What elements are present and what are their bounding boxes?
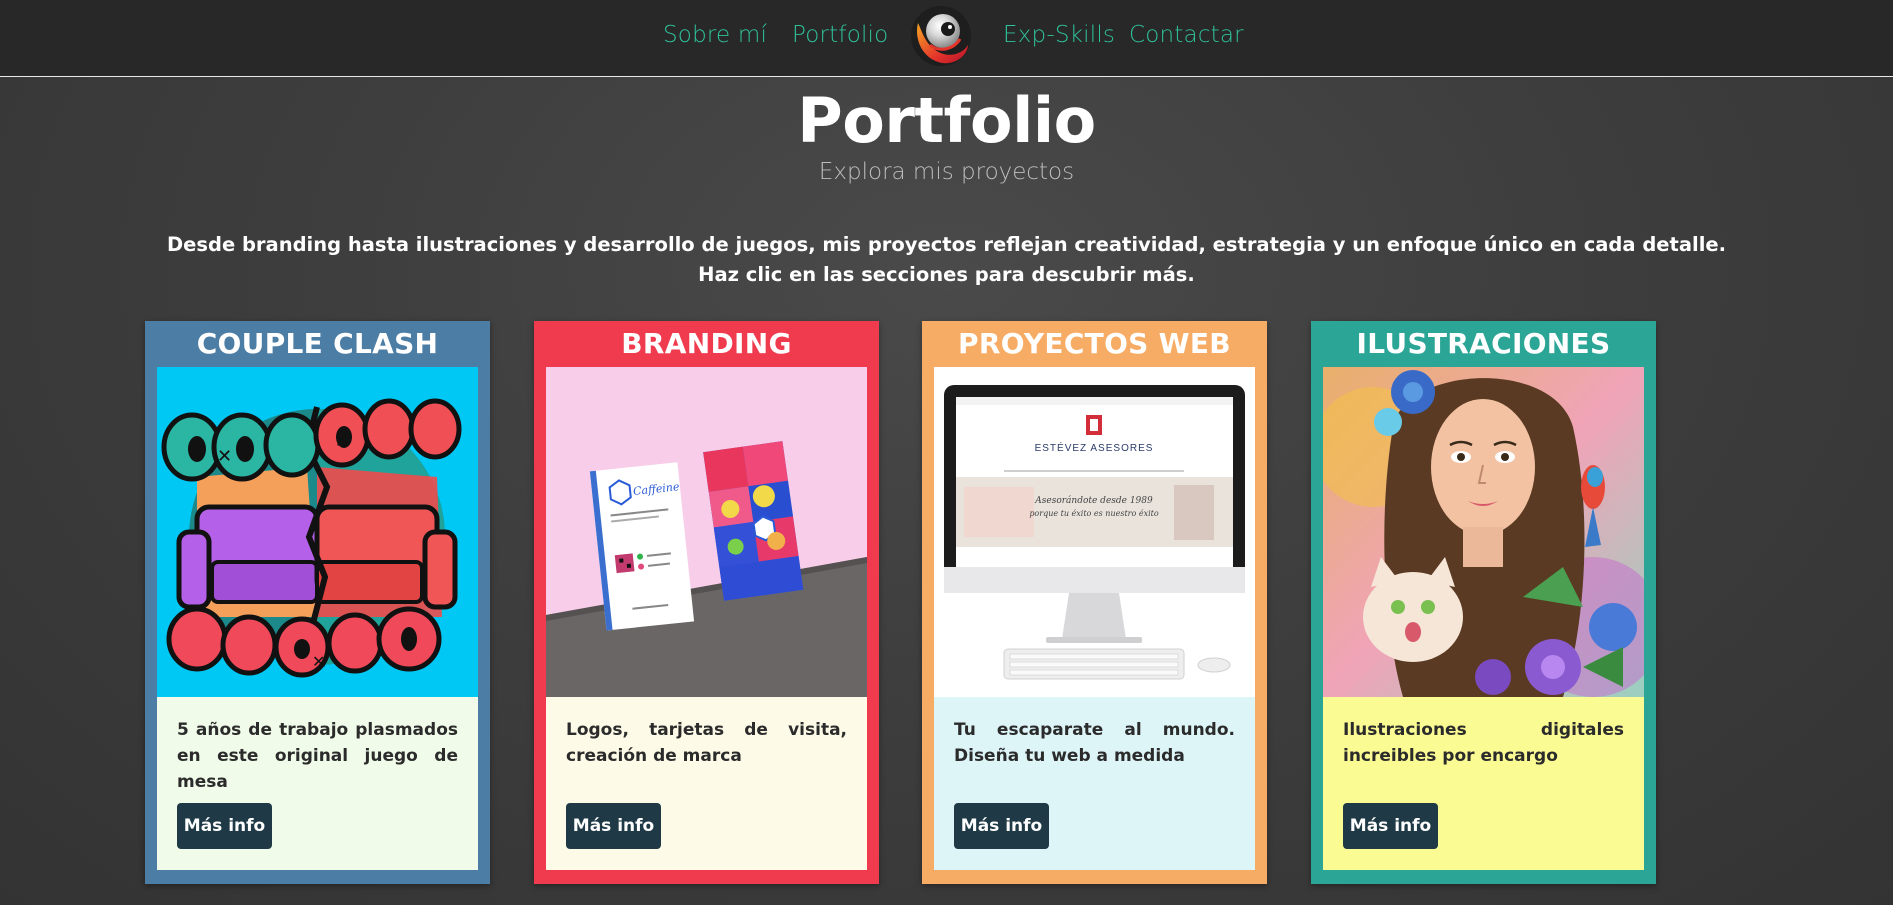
card-description: 5 años de trabajo plasmados en este orig… xyxy=(177,720,458,792)
more-info-button[interactable]: Más info xyxy=(1343,803,1438,849)
page-title: Portfolio xyxy=(797,84,1096,157)
nav-link-portfolio[interactable]: Portfolio xyxy=(792,22,888,48)
tagline-text-2: porque tu éxito es nuestro éxito xyxy=(1029,509,1159,518)
card-body: 5 años de trabajo plasmados en este orig… xyxy=(157,697,478,870)
card-body: Logos, tarjetas de visita, creación de m… xyxy=(546,697,867,870)
card-body: Ilustraciones digitales increibles por e… xyxy=(1323,697,1644,870)
card-description: Ilustraciones digitales increibles por e… xyxy=(1343,720,1624,766)
card-description: Tu escaparate al mundo. Diseña tu web a … xyxy=(954,720,1235,766)
top-navbar: Sobre mí Portfolio Exp-Skills Contactar xyxy=(0,0,1893,77)
portrait-illustration-icon[interactable] xyxy=(1323,367,1644,697)
card-branding[interactable]: BRANDING Caffeine Logos, tarjetas de vis… xyxy=(534,321,879,884)
more-info-button[interactable]: Más info xyxy=(954,803,1049,849)
intro-line-2: Haz clic en las secciones para descubrir… xyxy=(698,263,1195,286)
card-title: ILUSTRACIONES xyxy=(1356,327,1611,360)
nav-link-sobre-mi[interactable]: Sobre mí xyxy=(663,22,767,48)
card-description: Logos, tarjetas de visita, creación de m… xyxy=(566,720,847,766)
estevez-asesores-logo-text: ESTÉVEZ ASESORES xyxy=(1035,441,1154,454)
site-logo-icon[interactable] xyxy=(910,5,972,67)
intro-text: Desde branding hasta ilustraciones y des… xyxy=(0,230,1893,290)
card-ilustraciones[interactable]: ILUSTRACIONES Ilustraciones digitales in… xyxy=(1311,321,1656,884)
tagline-text-1: Asesorándote desde 1989 xyxy=(1034,495,1153,506)
desktop-computer-mockup-icon[interactable]: ESTÉVEZ ASESORES Asesorándote desde 1989… xyxy=(934,367,1255,697)
more-info-button[interactable]: Más info xyxy=(566,803,661,849)
svg-text:✕: ✕ xyxy=(335,432,348,451)
couple-clash-artwork-icon[interactable]: ✕ ✕ ✕ xyxy=(157,367,478,697)
nav-link-exp-skills[interactable]: Exp-Skills xyxy=(1003,22,1115,48)
svg-text:✕: ✕ xyxy=(217,446,232,467)
business-cards-mockup-icon[interactable]: Caffeine xyxy=(546,367,867,697)
intro-line-1: Desde branding hasta ilustraciones y des… xyxy=(166,233,1727,256)
more-info-button[interactable]: Más info xyxy=(177,803,272,849)
card-title: PROYECTOS WEB xyxy=(958,327,1231,360)
card-title: COUPLE CLASH xyxy=(196,327,439,360)
card-title: BRANDING xyxy=(621,327,792,360)
card-couple-clash[interactable]: COUPLE CLASH ✕ ✕ ✕ 5 años de trabajo pla… xyxy=(145,321,490,884)
card-proyectos-web[interactable]: PROYECTOS WEB ESTÉVEZ ASESORES Asesoránd… xyxy=(922,321,1267,884)
svg-text:✕: ✕ xyxy=(312,652,325,671)
card-body: Tu escaparate al mundo. Diseña tu web a … xyxy=(934,697,1255,870)
page-subtitle: Explora mis proyectos xyxy=(818,159,1075,185)
nav-link-contactar[interactable]: Contactar xyxy=(1129,22,1244,48)
